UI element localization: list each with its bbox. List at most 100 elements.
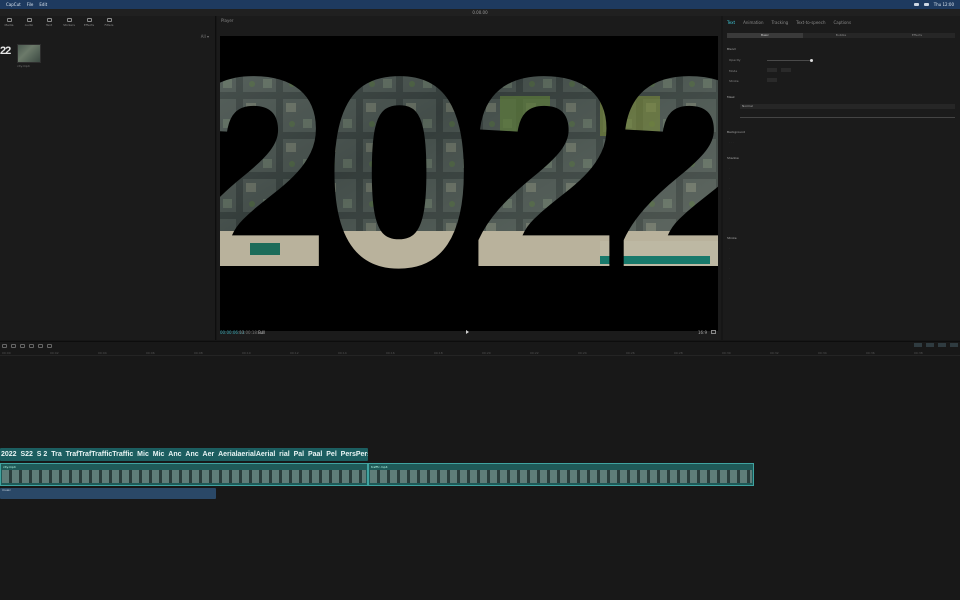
delete-icon[interactable] [38, 344, 43, 348]
ruler-tick: 00:30 [722, 351, 731, 355]
stroke-field[interactable] [767, 78, 777, 82]
tab-text-properties[interactable]: Text [727, 20, 735, 25]
menubar-item-edit[interactable]: Edit [39, 2, 47, 7]
blend-strength-slider[interactable] [740, 117, 955, 118]
stroke-option-1: · [729, 246, 730, 250]
opacity-slider[interactable] [767, 59, 813, 62]
opacity-slider-knob[interactable] [810, 59, 813, 62]
zoom-in-icon[interactable] [950, 343, 958, 347]
ruler-tick: 00:14 [338, 351, 347, 355]
stroke-option-4: · [729, 276, 730, 280]
ruler-tick: 00:32 [770, 351, 779, 355]
fullscreen-icon[interactable] [711, 330, 716, 334]
shadow-option-4: · [729, 196, 730, 200]
link-icon[interactable] [926, 343, 934, 347]
mode-field-1[interactable] [767, 68, 777, 72]
blend-mode-dropdown[interactable]: Normal [740, 104, 955, 109]
audio-clip[interactable]: music [0, 488, 216, 499]
shadow-option-3: · [729, 186, 730, 190]
inspector-tabs: Text Animation Tracking Text-to-speech C… [723, 16, 960, 25]
magnet-icon[interactable] [914, 343, 922, 347]
ruler-tick: 00:04 [98, 351, 107, 355]
timeline-ruler[interactable]: 00:00 00:02 00:04 00:06 00:08 00:10 00:12 00:14… [0, 350, 960, 356]
tab-tts[interactable]: Text-to-speech [796, 20, 825, 25]
media-thumbnails: 22 [0, 44, 41, 63]
video-clip-2-label: traffic.mp4 [371, 465, 388, 469]
media-thumb-text[interactable]: 22 [0, 44, 14, 58]
ruler-tick: 00:22 [530, 351, 539, 355]
filter-icon [106, 18, 112, 22]
tab-effects[interactable]: Effects [84, 18, 94, 29]
player-controls: 00:00:06:13 00:00:18:24 Full 16:9 [217, 328, 721, 338]
tab-animation[interactable]: Animation [743, 20, 763, 25]
segment-basic[interactable]: Basic [727, 33, 803, 38]
preview-canvas: 2022 [220, 36, 718, 324]
preview-viewport[interactable]: 2022 [220, 36, 718, 331]
media-filter-dropdown[interactable]: All ▾ [201, 34, 209, 39]
inspector-segmented-control: Basic Bubble Effects [727, 33, 955, 38]
background-options: · · · [729, 140, 734, 144]
battery-icon[interactable] [923, 3, 929, 6]
ruler-tick: 00:20 [482, 351, 491, 355]
segment-effects[interactable]: Effects [879, 33, 955, 38]
undo-icon[interactable] [11, 344, 16, 348]
timeline-panel: 00:00 00:02 00:04 00:06 00:08 00:10 00:12 00:14… [0, 341, 960, 600]
media-panel: Media Audio Text Stickers Effects Filter… [0, 16, 216, 340]
tab-tracking[interactable]: Tracking [772, 20, 789, 25]
video-clip-1[interactable]: city.mp4 [0, 463, 368, 486]
ruler-tick: 00:26 [626, 351, 635, 355]
split-icon[interactable] [29, 344, 34, 348]
ruler-tick: 00:12 [290, 351, 299, 355]
player-extra-label[interactable]: Full [258, 330, 265, 335]
redo-icon[interactable] [20, 344, 25, 348]
ruler-tick: 00:34 [818, 351, 827, 355]
timeline-right-tools [914, 343, 958, 347]
text-clip[interactable]: 2022 S22 S 2 Tra TrafTrafTrafficTraffic … [0, 448, 368, 461]
segment-bubble[interactable]: Bubble [803, 33, 879, 38]
shadow-option-2: · [729, 176, 730, 180]
tab-stickers[interactable]: Stickers [63, 18, 75, 29]
video-clip-1-label: city.mp4 [3, 465, 16, 469]
inspector-panel: Text Animation Tracking Text-to-speech C… [723, 16, 960, 340]
tab-audio[interactable]: Audio [24, 18, 34, 29]
tab-media[interactable]: Media [4, 18, 14, 29]
media-thumb-city[interactable] [17, 44, 41, 63]
video-clip-2-frames [370, 470, 752, 483]
tab-captions[interactable]: Captions [834, 20, 852, 25]
video-clip-2[interactable]: traffic.mp4 [368, 463, 754, 486]
effects-icon [86, 18, 92, 22]
audio-icon [26, 18, 32, 22]
mode-field-2[interactable] [781, 68, 791, 72]
tab-filters[interactable]: Filters [104, 18, 114, 29]
text-icon [46, 18, 52, 22]
window-title: 0.00.00 [0, 9, 960, 16]
menubar: CapCut File Edit Thu 12:00 [0, 0, 960, 9]
stroke-option-2: · [729, 256, 730, 260]
tab-text[interactable]: Text [44, 18, 54, 29]
select-tool-icon[interactable] [2, 344, 7, 348]
audio-clip-label: music [2, 488, 11, 492]
stroke-label: Stroke [729, 79, 739, 83]
ruler-tick: 00:24 [578, 351, 587, 355]
menubar-item-file[interactable]: File [27, 2, 34, 7]
menubar-app[interactable]: CapCut [6, 2, 21, 7]
crop-icon[interactable] [47, 344, 52, 348]
shadow-option-1: · [729, 166, 730, 170]
play-icon[interactable] [466, 330, 469, 334]
ruler-tick: 00:36 [866, 351, 875, 355]
wifi-icon[interactable] [913, 3, 919, 6]
section-background[interactable]: Background [727, 130, 745, 134]
section-shadow[interactable]: Shadow [727, 156, 739, 160]
ruler-tick: 00:02 [50, 351, 59, 355]
ruler-tick: 00:08 [194, 351, 203, 355]
ruler-tick: 00:18 [434, 351, 443, 355]
aspect-ratio-button[interactable]: 16:9 [698, 330, 707, 335]
media-icon [6, 18, 12, 22]
media-thumb-caption: city.mp4 [17, 64, 30, 68]
zoom-out-icon[interactable] [938, 343, 946, 347]
menubar-clock: Thu 12:00 [933, 2, 954, 7]
sticker-icon [66, 18, 72, 22]
mode-label: Mode [729, 69, 738, 73]
section-stroke[interactable]: Stroke [727, 236, 737, 240]
ruler-tick: 00:06 [146, 351, 155, 355]
